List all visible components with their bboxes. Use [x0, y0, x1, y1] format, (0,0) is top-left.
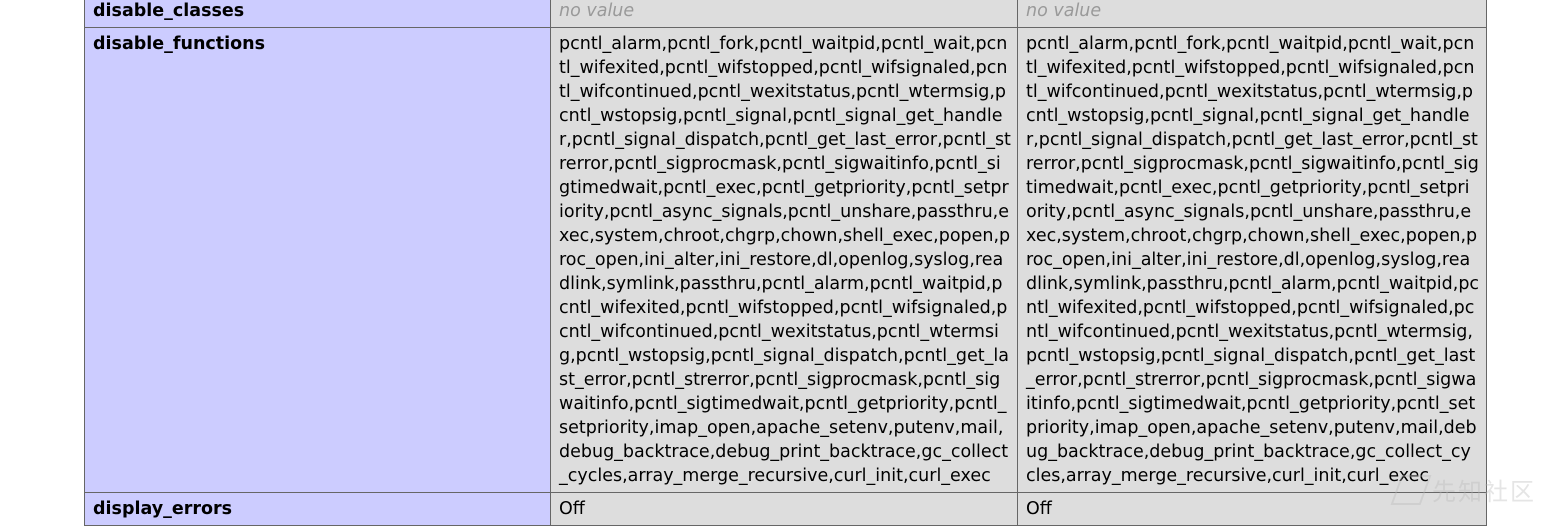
master-value: pcntl_alarm,pcntl_fork,pcntl_waitpid,pcn… — [1018, 28, 1487, 493]
table-row-display-errors: display_errors Off Off — [85, 493, 1487, 526]
phpinfo-table-container: disable_classes no value no value disabl… — [84, 0, 1486, 526]
directive-name: disable_classes — [85, 0, 551, 28]
master-value: no value — [1018, 0, 1487, 28]
local-value: no value — [551, 0, 1018, 28]
table-row-disable-classes: disable_classes no value no value — [85, 0, 1487, 28]
site-watermark: 先知社区 — [1396, 472, 1536, 507]
no-value-text: no value — [559, 1, 634, 21]
directive-name: display_errors — [85, 493, 551, 526]
table-row-disable-functions: disable_functions pcntl_alarm,pcntl_fork… — [85, 28, 1487, 493]
watermark-text: 先知社区 — [1432, 472, 1536, 507]
local-value: pcntl_alarm,pcntl_fork,pcntl_waitpid,pcn… — [551, 28, 1018, 493]
directive-name: disable_functions — [85, 28, 551, 493]
phpinfo-directives-table: disable_classes no value no value disabl… — [84, 0, 1487, 526]
local-value: Off — [551, 493, 1018, 526]
watermark-logo-icon — [1391, 475, 1432, 505]
no-value-text: no value — [1026, 1, 1101, 21]
